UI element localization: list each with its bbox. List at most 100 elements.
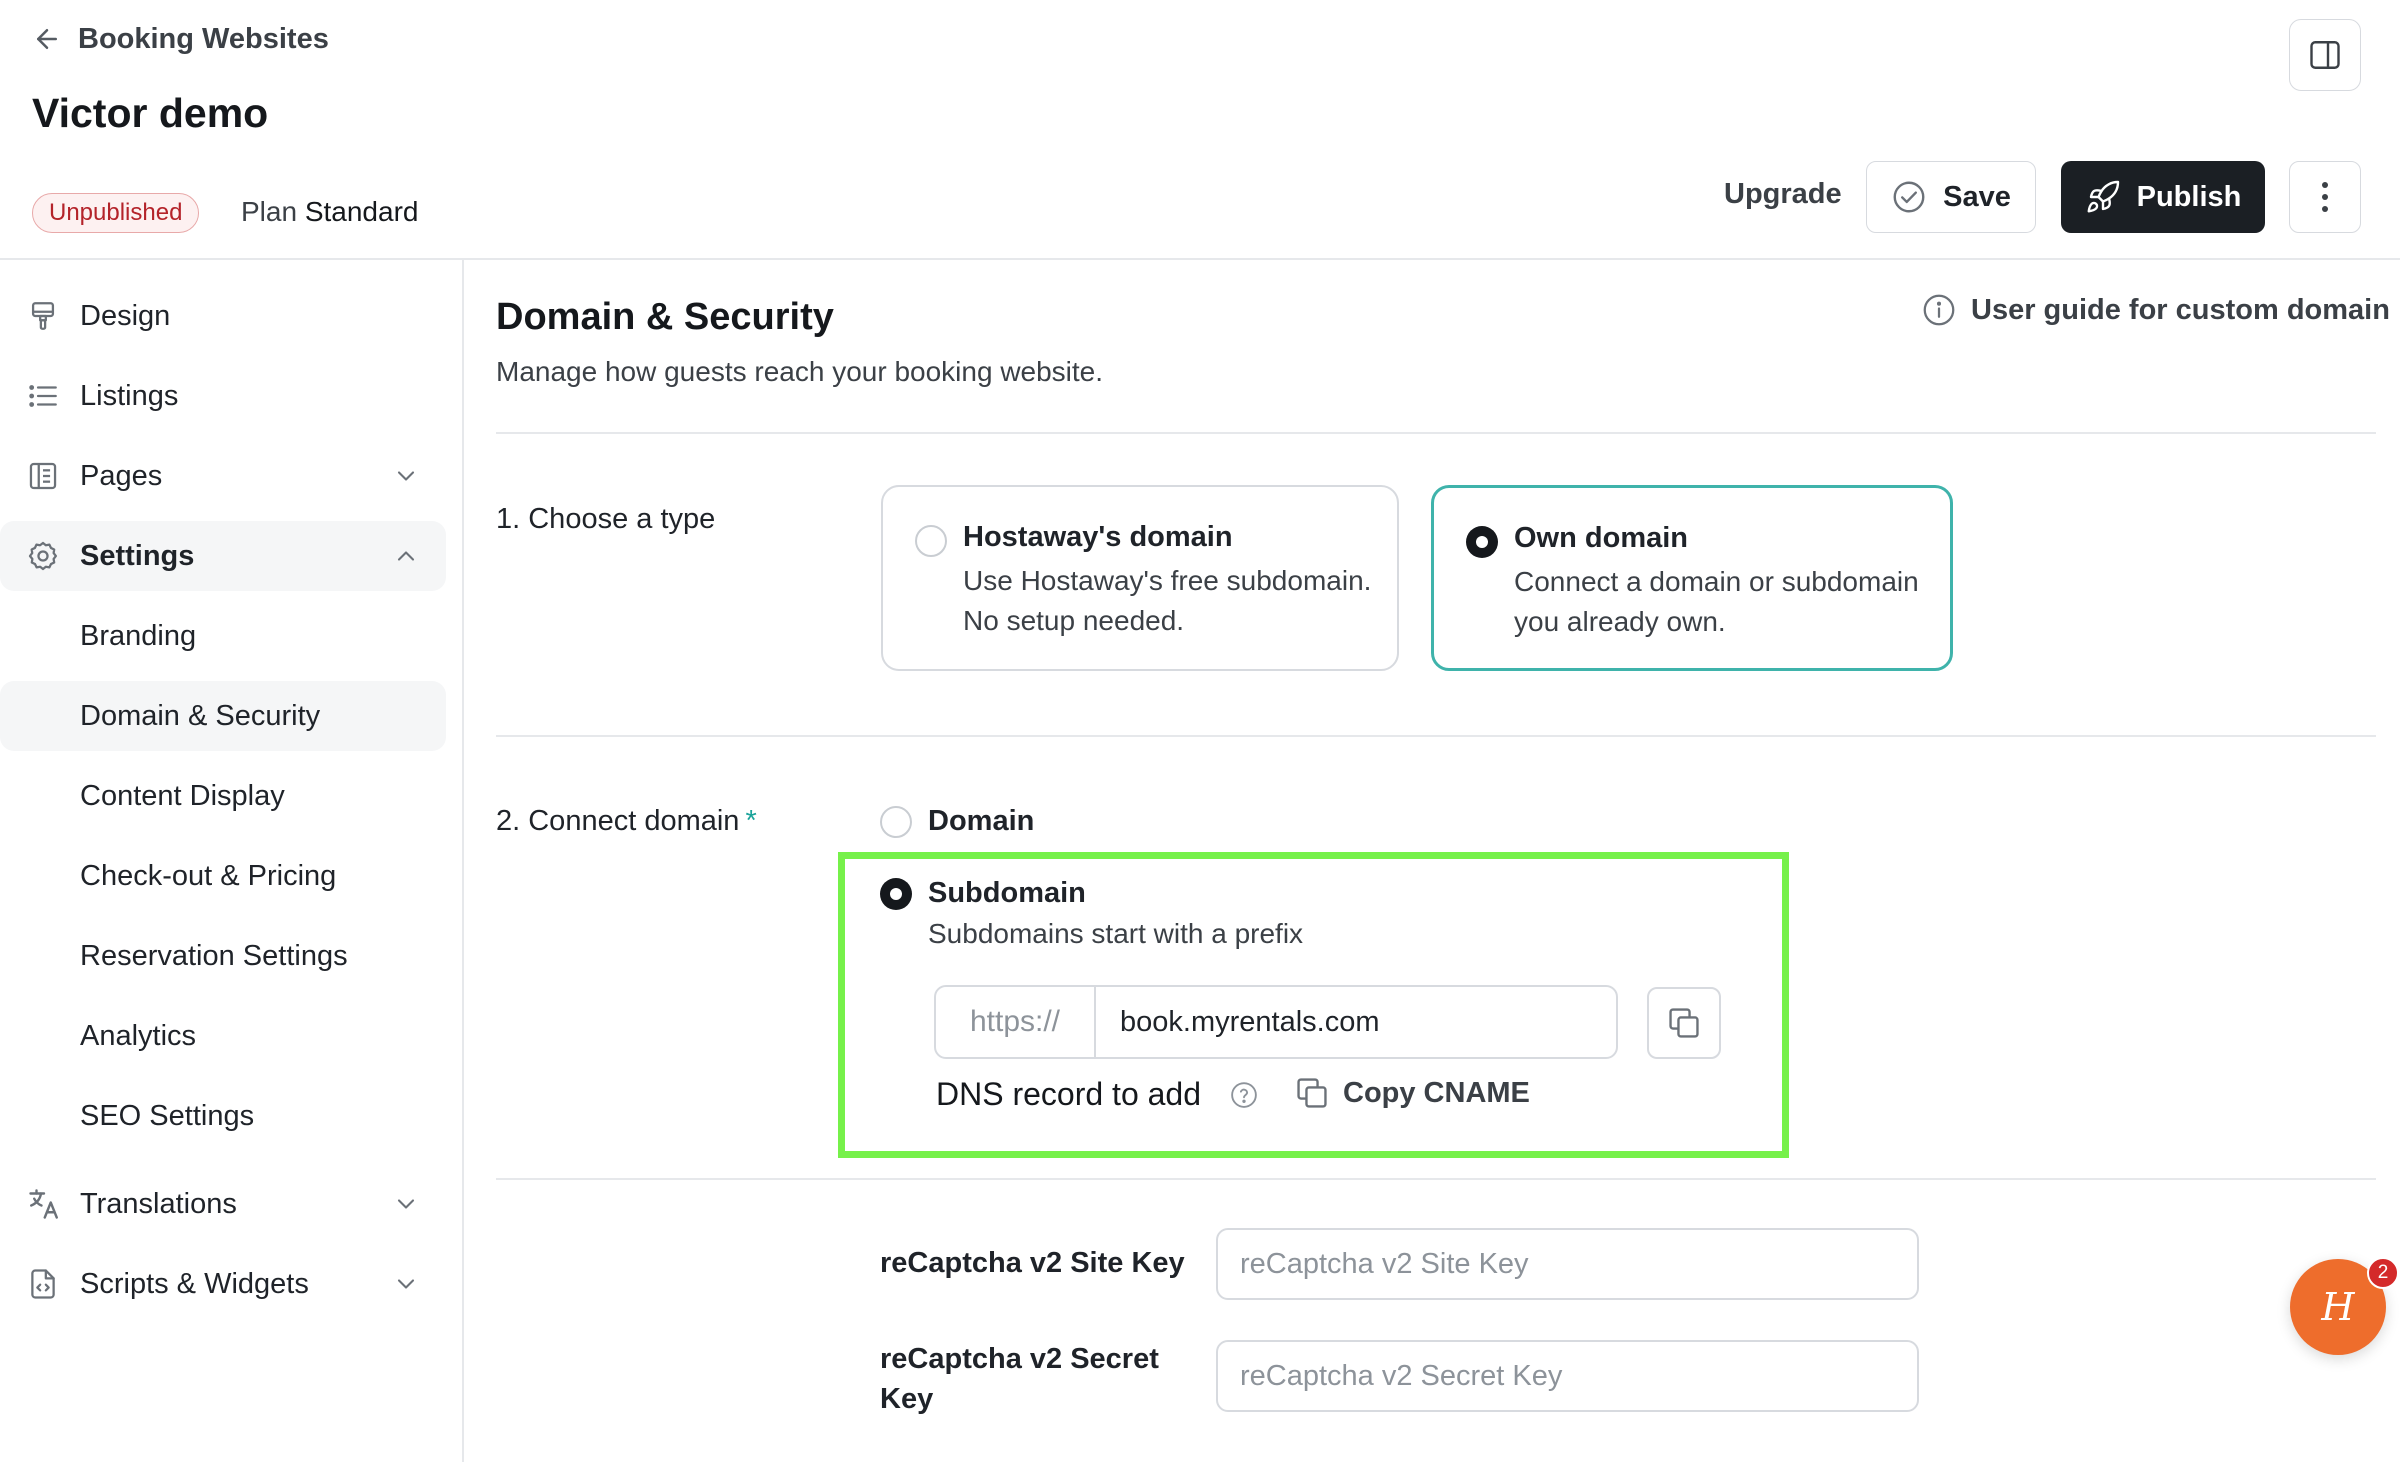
sidebar-item-pages[interactable]: Pages [0,441,446,511]
option-title: Hostaway's domain [963,521,1233,553]
sidebar-subitem-label: Reservation Settings [80,939,348,972]
copy-icon [1293,1074,1331,1112]
sidebar-subitem-reservation-settings[interactable]: Reservation Settings [0,921,446,991]
sidebar-item-label: Pages [80,459,163,492]
sidebar-item-label: Scripts & Widgets [80,1267,309,1300]
sidebar-item-settings[interactable]: Settings [0,521,446,591]
sidebar-subitem-label: Check-out & Pricing [80,859,337,892]
subdomain-description: Subdomains start with a prefix [928,918,1304,949]
plan-label: Plan [241,196,298,227]
hostaway-domain-option[interactable]: Hostaway's domain Use Hostaway's free su… [881,485,1399,671]
dns-record-label: DNS record to add [936,1076,1202,1112]
sidebar-item-design[interactable]: Design [0,281,446,351]
sidebar-item-translations[interactable]: Translations [0,1169,446,1239]
option-title: Own domain [1514,522,1688,554]
chevron-down-icon [392,1270,420,1298]
chat-logo-icon: H [2321,1285,2355,1329]
section-divider [496,432,2376,434]
plan-name: Standard [304,196,419,227]
chevron-up-icon [392,542,420,570]
save-button-label: Save [1943,180,2011,213]
subdomain-url-field: https:// [934,985,1618,1059]
connect-domain-label-text: 2. Connect domain [496,805,740,837]
sidebar-subitem-label: Domain & Security [80,699,321,732]
copy-icon [1665,1004,1703,1042]
plan-info: Plan Standard [241,196,418,228]
rocket-icon [2085,179,2121,215]
sidebar-subitem-domain-security[interactable]: Domain & Security [0,681,446,751]
sidebar-item-label: Listings [80,379,179,412]
publish-button-label: Publish [2136,180,2242,213]
sidebar-subitem-analytics[interactable]: Analytics [0,1001,446,1071]
check-circle-icon [1891,179,1927,215]
section-divider [496,1178,2376,1180]
status-badge: Unpublished [32,193,200,233]
chevron-down-icon [392,1190,420,1218]
radio-checked[interactable] [1466,526,1498,558]
header-divider [0,258,2400,260]
section-subtitle: Manage how guests reach your booking web… [496,356,1104,387]
recaptcha-secret-key-label: reCaptcha v2 Secret Key [880,1343,1159,1415]
own-domain-option[interactable]: Own domain Connect a domain or subdomain… [1431,485,1953,671]
sidebar-subitem-label: Analytics [80,1019,197,1052]
sidebar-subitem-label: Content Display [80,779,285,812]
notification-badge: 2 [2367,1257,2399,1289]
section-divider [496,735,2376,737]
sidebar-item-label: Translations [80,1187,237,1220]
back-link[interactable]: Booking Websites [32,18,329,60]
section-title: Domain & Security [496,296,834,338]
gear-icon [26,539,60,573]
option-description: Connect a domain or subdomain you alread… [1514,566,1919,637]
sidebar-item-label: Design [80,299,171,332]
option-label: Domain [928,805,1035,837]
recaptcha-site-key-label: reCaptcha v2 Site Key [880,1247,1185,1279]
chevron-down-icon [392,462,420,490]
connect-domain-label: 2. Connect domain * [496,805,757,838]
copy-url-button[interactable] [1647,987,1721,1059]
back-link-label: Booking Websites [78,22,329,55]
code-file-icon [26,1267,60,1301]
radio-unchecked[interactable] [915,525,947,557]
paint-roller-icon [26,299,60,333]
sidebar-subitem-seo-settings[interactable]: SEO Settings [0,1081,446,1151]
sidebar-divider [462,259,464,1462]
user-guide-link[interactable]: User guide for custom domain [1921,292,2390,328]
sidebar-subitem-checkout-pricing[interactable]: Check-out & Pricing [0,841,446,911]
required-asterisk: * [745,805,757,837]
copy-cname-label: Copy CNAME [1343,1076,1530,1109]
choose-type-label: 1. Choose a type [496,503,716,535]
page-layout-icon [26,459,60,493]
page-title: Victor demo [32,90,269,136]
copy-cname-button[interactable]: Copy CNAME [1293,1074,1530,1112]
radio-unchecked[interactable] [880,805,912,838]
domain-radio-option[interactable]: Domain [880,805,1034,838]
publish-button[interactable]: Publish [2061,161,2265,233]
radio-checked[interactable] [880,877,912,910]
sidebar-item-scripts-widgets[interactable]: Scripts & Widgets [0,1249,446,1319]
subdomain-input[interactable] [1096,987,1616,1057]
sidebar-subitem-label: Branding [80,619,197,652]
more-vertical-icon [2320,180,2330,214]
upgrade-link[interactable]: Upgrade [1724,178,1842,211]
list-icon [26,379,60,413]
sidebar-subitem-content-display[interactable]: Content Display [0,761,446,831]
more-options-button[interactable] [2289,161,2361,233]
save-button[interactable]: Save [1866,161,2036,233]
option-description: Use Hostaway's free subdomain. No setup … [963,565,1372,636]
sidebar-item-label: Settings [80,539,195,572]
panel-toggle-button[interactable] [2289,19,2361,91]
url-prefix: https:// [936,987,1096,1057]
info-icon [1921,292,1957,328]
translate-icon [26,1186,62,1222]
sidebar-item-listings[interactable]: Listings [0,361,446,431]
user-guide-label: User guide for custom domain [1971,293,2390,326]
subdomain-radio-option[interactable]: Subdomain [880,877,1086,910]
help-circle-icon[interactable] [1229,1080,1259,1110]
recaptcha-site-key-input[interactable] [1216,1228,1919,1300]
recaptcha-secret-key-input[interactable] [1216,1340,1919,1412]
sidebar-subitem-label: SEO Settings [80,1099,255,1132]
sidebar-subitem-branding[interactable]: Branding [0,601,446,671]
option-label: Subdomain [928,877,1086,909]
arrow-left-icon [32,24,62,54]
sidebar-panel-icon [2307,37,2343,73]
